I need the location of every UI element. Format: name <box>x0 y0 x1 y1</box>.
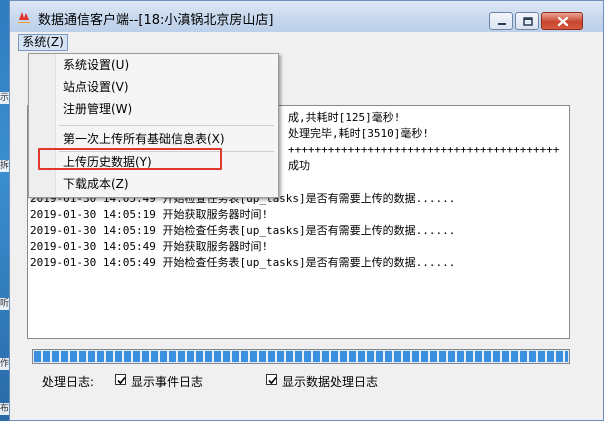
show-events-label: 显示事件日志 <box>131 375 204 389</box>
maximize-button[interactable] <box>515 12 539 30</box>
menu-item-system-settings[interactable]: 系统设置(U) <box>63 55 129 75</box>
menu-item-upload-basic-info[interactable]: 第一次上传所有基础信息表(X) <box>63 129 225 149</box>
minimize-icon <box>498 23 506 25</box>
close-icon <box>557 16 569 27</box>
desktop-fragment: 作 <box>0 358 9 370</box>
progress-bar <box>32 349 570 364</box>
check-icon <box>268 376 277 385</box>
menu-separator <box>59 125 274 126</box>
desktop-fragment: 示 <box>0 92 9 104</box>
system-dropdown-menu: 系统设置(U) 站点设置(V) 注册管理(W) 第一次上传所有基础信息表(X) … <box>28 53 279 198</box>
title-bar[interactable]: 数据通信客户端--[18:小滇锅北京房山店] <box>10 1 603 32</box>
desktop-fragment: 听 <box>0 298 9 310</box>
menu-bar: 系统(Z) <box>10 32 603 54</box>
menu-item-registration[interactable]: 注册管理(W) <box>63 99 132 119</box>
menu-item-download-cost[interactable]: 下载成本(Z) <box>63 174 129 194</box>
show-data-checkbox[interactable]: 显示数据处理日志 <box>266 374 396 389</box>
show-data-checkbox-box[interactable] <box>266 374 277 385</box>
log-line: 处理完毕,耗时[3510]毫秒! <box>288 127 429 140</box>
log-line: ++++++++++++++++++++++++++++++++++++++++… <box>288 143 560 156</box>
minimize-button[interactable] <box>489 12 513 30</box>
menu-gutter <box>29 54 56 197</box>
progress-fill <box>34 351 568 362</box>
desktop-fragment: 拆 <box>0 160 9 172</box>
log-line: 2019-01-30 14:05:49 开始获取服务器时间! <box>30 240 269 253</box>
window-title: 数据通信客户端--[18:小滇锅北京房山店] <box>38 13 274 28</box>
log-line: 2019-01-30 14:05:19 开始获取服务器时间! <box>30 208 269 221</box>
check-icon <box>117 376 126 385</box>
log-line: 成,共耗时[125]毫秒! <box>288 111 401 124</box>
close-button[interactable] <box>541 12 583 30</box>
log-options-label: 处理日志: <box>42 375 95 389</box>
show-events-checkbox-box[interactable] <box>115 374 126 385</box>
app-icon <box>18 12 30 23</box>
highlight-annotation <box>38 148 222 170</box>
main-window: 数据通信客户端--[18:小滇锅北京房山店] 系统(Z) 成,共耗时[125]毫… <box>9 0 604 421</box>
show-data-label: 显示数据处理日志 <box>282 375 379 389</box>
log-line: 2019-01-30 14:05:49 开始检查任务表[up_tasks]是否有… <box>30 256 456 269</box>
show-events-checkbox[interactable]: 显示事件日志 <box>115 374 225 389</box>
desktop-fragment: 布 <box>0 403 9 415</box>
log-line: 成功 <box>288 159 310 172</box>
desktop-background: 示 拆 听 作 布 <box>0 0 9 421</box>
menu-system[interactable]: 系统(Z) <box>18 34 68 51</box>
maximize-icon <box>523 17 533 26</box>
log-line: 2019-01-30 14:05:19 开始检查任务表[up_tasks]是否有… <box>30 224 456 237</box>
menu-item-site-settings[interactable]: 站点设置(V) <box>63 77 129 97</box>
